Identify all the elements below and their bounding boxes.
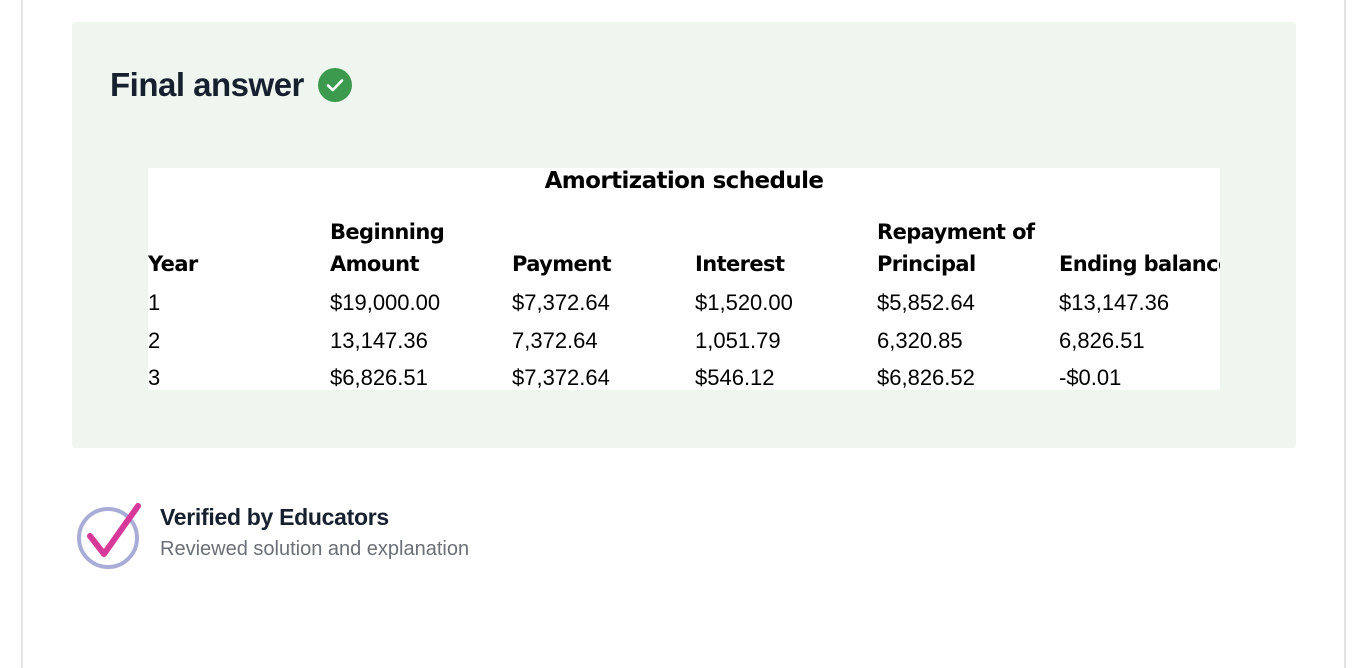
final-answer-title: Final answer (110, 66, 304, 103)
verified-subtitle: Reviewed solution and explanation (160, 538, 470, 560)
table-cell: $546.12 (695, 365, 775, 390)
header-repayment-line-2: Principal (877, 252, 976, 276)
final-answer-card: Final answer Amortization schedule Year … (72, 22, 1296, 448)
header-payment-line-1: Payment (512, 252, 612, 276)
amortization-table: Amortization schedule Year Beginning Amo… (148, 168, 1220, 390)
table-cell: $5,852.64 (877, 290, 975, 315)
table-cell: $7,372.64 (512, 365, 610, 390)
header-ending-balance: Ending balance (1059, 248, 1220, 280)
table-cell: $6,826.51 (330, 365, 428, 390)
table-title: Amortization schedule (544, 168, 824, 194)
table-cell: $1,520.00 (695, 290, 793, 315)
header-ending-line-1: Ending balance (1059, 252, 1220, 276)
table-cell: $7,372.64 (512, 290, 610, 315)
header-year-line-1: Year (148, 252, 198, 276)
verified-by-educators: Verified by Educators Reviewed solution … (74, 502, 469, 572)
verified-text: Verified by Educators Reviewed solution … (160, 502, 469, 564)
header-beginning-amount: Beginning Amount (330, 216, 445, 280)
table-cell: $13,147.36 (1059, 290, 1170, 315)
final-answer-header: Final answer (110, 66, 352, 104)
check-circle-icon (317, 68, 352, 102)
verified-check-icon (74, 502, 144, 572)
header-repayment-line-1: Repayment of (877, 220, 1035, 244)
table-cell: 2 (148, 328, 161, 353)
header-beginning-line-1: Beginning (330, 220, 445, 244)
table-cell: 7,372.64 (512, 328, 598, 353)
table-cell: 6,320.85 (877, 328, 963, 353)
table-cell: 1,051.79 (695, 328, 781, 353)
table-cell: 3 (148, 365, 161, 390)
header-year: Year (148, 248, 198, 280)
table-cell: -$0.01 (1059, 365, 1122, 390)
header-repayment-principal: Repayment of Principal (877, 216, 1035, 280)
header-interest: Interest (695, 248, 785, 280)
table-cell: 1 (148, 290, 161, 315)
header-payment: Payment (512, 248, 612, 280)
verified-title: Verified by Educators (160, 504, 389, 530)
header-beginning-line-2: Amount (330, 252, 420, 276)
header-interest-line-1: Interest (695, 252, 785, 276)
table-cell: 6,826.51 (1059, 328, 1145, 353)
table-cell: $6,826.52 (877, 365, 975, 390)
table-cell: 13,147.36 (330, 328, 428, 353)
table-cell: $19,000.00 (330, 290, 441, 315)
